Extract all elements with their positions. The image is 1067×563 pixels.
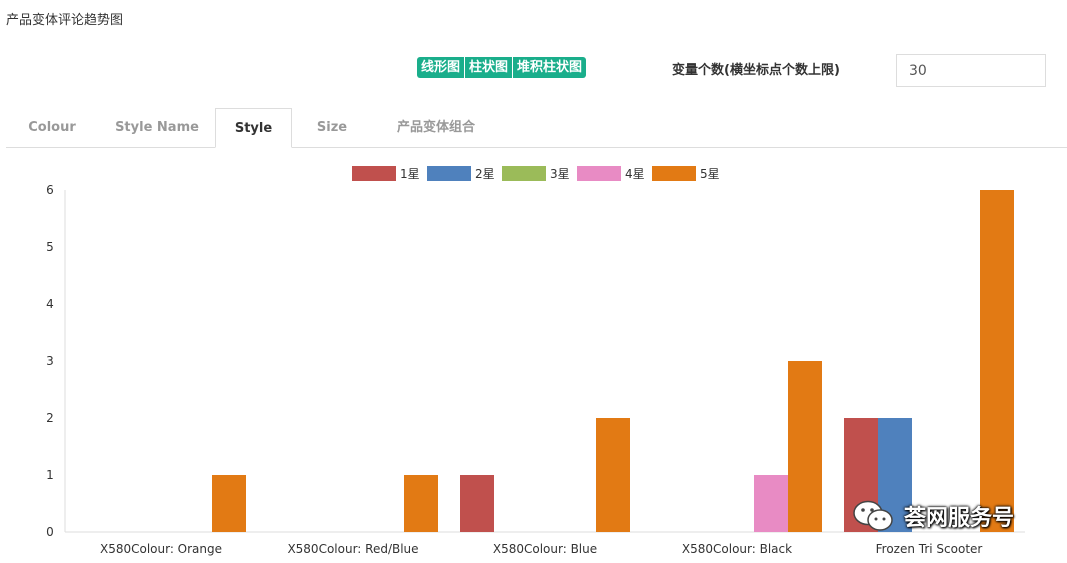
y-tick-label: 3 xyxy=(46,354,54,368)
watermark: 荟网服务号 xyxy=(852,498,1014,534)
x-tick-label: X580Colour: Orange xyxy=(100,542,222,556)
x-tick-label: Frozen Tri Scooter xyxy=(876,542,983,556)
y-tick-label: 2 xyxy=(46,411,54,425)
bar-1-star xyxy=(460,475,494,532)
bar-5-star xyxy=(212,475,246,532)
y-tick-label: 5 xyxy=(46,240,54,254)
watermark-text: 荟网服务号 xyxy=(904,506,1015,531)
y-tick-label: 1 xyxy=(46,468,54,482)
y-tick-label: 6 xyxy=(46,183,54,197)
x-tick-label: X580Colour: Blue xyxy=(493,542,597,556)
wechat-icon xyxy=(853,500,893,531)
bar-5-star xyxy=(596,418,630,532)
x-tick-label: X580Colour: Red/Blue xyxy=(287,542,418,556)
y-tick-label: 4 xyxy=(46,297,54,311)
bar-chart: 0 1 2 3 4 5 6 X580Colour: Orange X580Colour: Red… xyxy=(46,183,1025,556)
bar-5-star xyxy=(788,361,822,532)
bar-5-star xyxy=(404,475,438,532)
y-tick-label: 0 xyxy=(46,525,54,539)
bar-4-star xyxy=(754,475,788,532)
x-tick-label: X580Colour: Black xyxy=(682,542,792,556)
bar-5-star xyxy=(980,190,1014,532)
